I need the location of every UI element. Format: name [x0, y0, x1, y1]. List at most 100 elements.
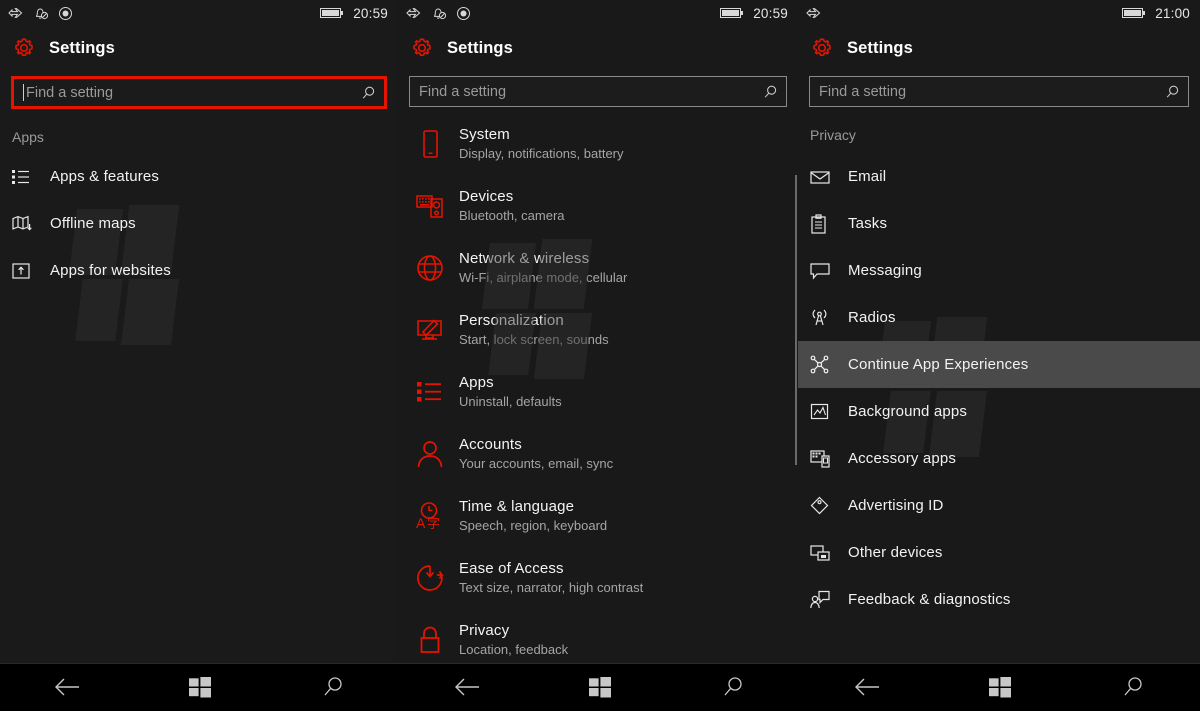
- search-icon[interactable]: [360, 85, 376, 101]
- settings-row[interactable]: System Display, notifications, battery: [398, 113, 798, 175]
- message-bubble-icon: [810, 262, 836, 280]
- list-item-label: Advertising ID: [848, 497, 943, 514]
- share-nodes-icon: [810, 355, 836, 374]
- settings-row-text: Ease of Access Text size, narrator, high…: [459, 559, 643, 597]
- settings-row-text: Accounts Your accounts, email, sync: [459, 435, 613, 473]
- list-item-continue-app-experiences[interactable]: Continue App Experiences: [798, 341, 1200, 388]
- clock-language-icon: A字: [410, 501, 450, 531]
- settings-row[interactable]: Personalization Start, lock screen, soun…: [398, 299, 798, 361]
- settings-row-text: Network & wireless Wi-Fi, airplane mode,…: [459, 249, 627, 287]
- list-item[interactable]: Feedback & diagnostics: [798, 576, 1200, 623]
- list-item[interactable]: Offline maps: [0, 200, 398, 247]
- settings-row-subtitle: Start, lock screen, sounds: [459, 331, 609, 349]
- gear-icon: [12, 36, 36, 60]
- settings-row-title: Network & wireless: [459, 249, 627, 268]
- settings-row-text: Personalization Start, lock screen, soun…: [459, 311, 609, 349]
- settings-row[interactable]: Network & wireless Wi-Fi, airplane mode,…: [398, 237, 798, 299]
- list-item[interactable]: Advertising ID: [798, 482, 1200, 529]
- accessory-apps-icon: [810, 449, 836, 468]
- back-button[interactable]: [800, 663, 933, 711]
- search-icon: [721, 675, 745, 699]
- start-button[interactable]: [933, 663, 1066, 711]
- settings-row[interactable]: Ease of Access Text size, narrator, high…: [398, 547, 798, 609]
- start-button[interactable]: [133, 663, 266, 711]
- settings-row-title: Time & language: [459, 497, 607, 516]
- list-item-label: Email: [848, 168, 886, 185]
- envelope-icon: [810, 169, 836, 185]
- text-caret: [23, 84, 24, 101]
- list-item[interactable]: Apps & features: [0, 153, 398, 200]
- airplane-icon: [8, 6, 24, 20]
- settings-row[interactable]: Devices Bluetooth, camera: [398, 175, 798, 237]
- list-item[interactable]: Tasks: [798, 200, 1200, 247]
- bell-muted-icon: [431, 6, 447, 21]
- settings-row[interactable]: Privacy Location, feedback: [398, 609, 798, 663]
- settings-row-title: Accounts: [459, 435, 613, 454]
- app-header-3: Settings: [798, 26, 1200, 69]
- search-input[interactable]: Find a setting: [11, 76, 387, 109]
- panels-row: 20:59 Settings Find a setting Apps: [0, 0, 1200, 663]
- status-clock: 21:00: [1155, 6, 1190, 21]
- settings-row[interactable]: A字 Time & language Speech, region, keybo…: [398, 485, 798, 547]
- back-icon: [453, 676, 481, 698]
- search-button[interactable]: [667, 663, 800, 711]
- search-icon[interactable]: [762, 84, 778, 100]
- list-item[interactable]: Radios: [798, 294, 1200, 341]
- battery-icon: [720, 7, 745, 19]
- radio-tower-icon: [810, 308, 836, 327]
- settings-row-subtitle: Display, notifications, battery: [459, 145, 624, 163]
- devices-icon: [410, 192, 450, 220]
- status-icons-1: [8, 6, 73, 21]
- settings-row-subtitle: Uninstall, defaults: [459, 393, 562, 411]
- list-item[interactable]: Other devices: [798, 529, 1200, 576]
- list-item[interactable]: Apps for websites: [0, 247, 398, 294]
- settings-row-subtitle: Text size, narrator, high contrast: [459, 579, 643, 597]
- list-item-label: Radios: [848, 309, 896, 326]
- back-icon: [853, 676, 881, 698]
- brush-monitor-icon: [410, 316, 450, 344]
- search-button[interactable]: [1067, 663, 1200, 711]
- search-icon[interactable]: [1164, 84, 1180, 100]
- settings-row-title: Devices: [459, 187, 565, 206]
- list-item[interactable]: Background apps: [798, 388, 1200, 435]
- start-button[interactable]: [533, 663, 666, 711]
- settings-row-subtitle: Your accounts, email, sync: [459, 455, 613, 473]
- svg-text:字: 字: [427, 517, 440, 531]
- back-button[interactable]: [0, 663, 133, 711]
- svg-text:A: A: [416, 515, 426, 531]
- globe-icon: [410, 253, 450, 283]
- app-header-2: Settings: [398, 26, 798, 69]
- list-item[interactable]: Email: [798, 153, 1200, 200]
- settings-row-text: Privacy Location, feedback: [459, 621, 568, 659]
- app-title: Settings: [847, 39, 913, 58]
- privacy-list: Email Tasks Messaging: [798, 153, 1200, 623]
- settings-row-title: Privacy: [459, 621, 568, 640]
- search-input[interactable]: Find a setting: [809, 76, 1189, 107]
- screen: 20:59 Settings Find a setting Apps: [0, 0, 1200, 711]
- gear-icon: [810, 36, 834, 60]
- gear-icon: [410, 36, 434, 60]
- windows-start-icon: [988, 675, 1012, 699]
- scrollbar[interactable]: [795, 175, 797, 465]
- list-item-label: Messaging: [848, 262, 922, 279]
- back-button[interactable]: [400, 663, 533, 711]
- list-item-label: Offline maps: [50, 215, 136, 232]
- apps-list: Apps & features Offline maps Apps for we…: [0, 153, 398, 294]
- airplane-icon: [406, 6, 422, 20]
- search-input[interactable]: Find a setting: [409, 76, 787, 107]
- search-placeholder: Find a setting: [26, 85, 113, 101]
- airplane-icon: [806, 6, 822, 20]
- list-item[interactable]: Messaging: [798, 247, 1200, 294]
- ease-of-access-icon: [410, 563, 450, 593]
- search-button[interactable]: [267, 663, 400, 711]
- list-item-label: Feedback & diagnostics: [848, 591, 1011, 608]
- settings-row[interactable]: Accounts Your accounts, email, sync: [398, 423, 798, 485]
- status-bar-1: 20:59: [0, 0, 398, 26]
- list-item[interactable]: Accessory apps: [798, 435, 1200, 482]
- search-wrap-2: Find a setting: [398, 69, 798, 107]
- status-icons-3: [806, 6, 822, 20]
- settings-row[interactable]: Apps Uninstall, defaults: [398, 361, 798, 423]
- settings-row-text: Devices Bluetooth, camera: [459, 187, 565, 225]
- battery-icon: [1122, 7, 1147, 19]
- bell-muted-icon: [33, 6, 49, 21]
